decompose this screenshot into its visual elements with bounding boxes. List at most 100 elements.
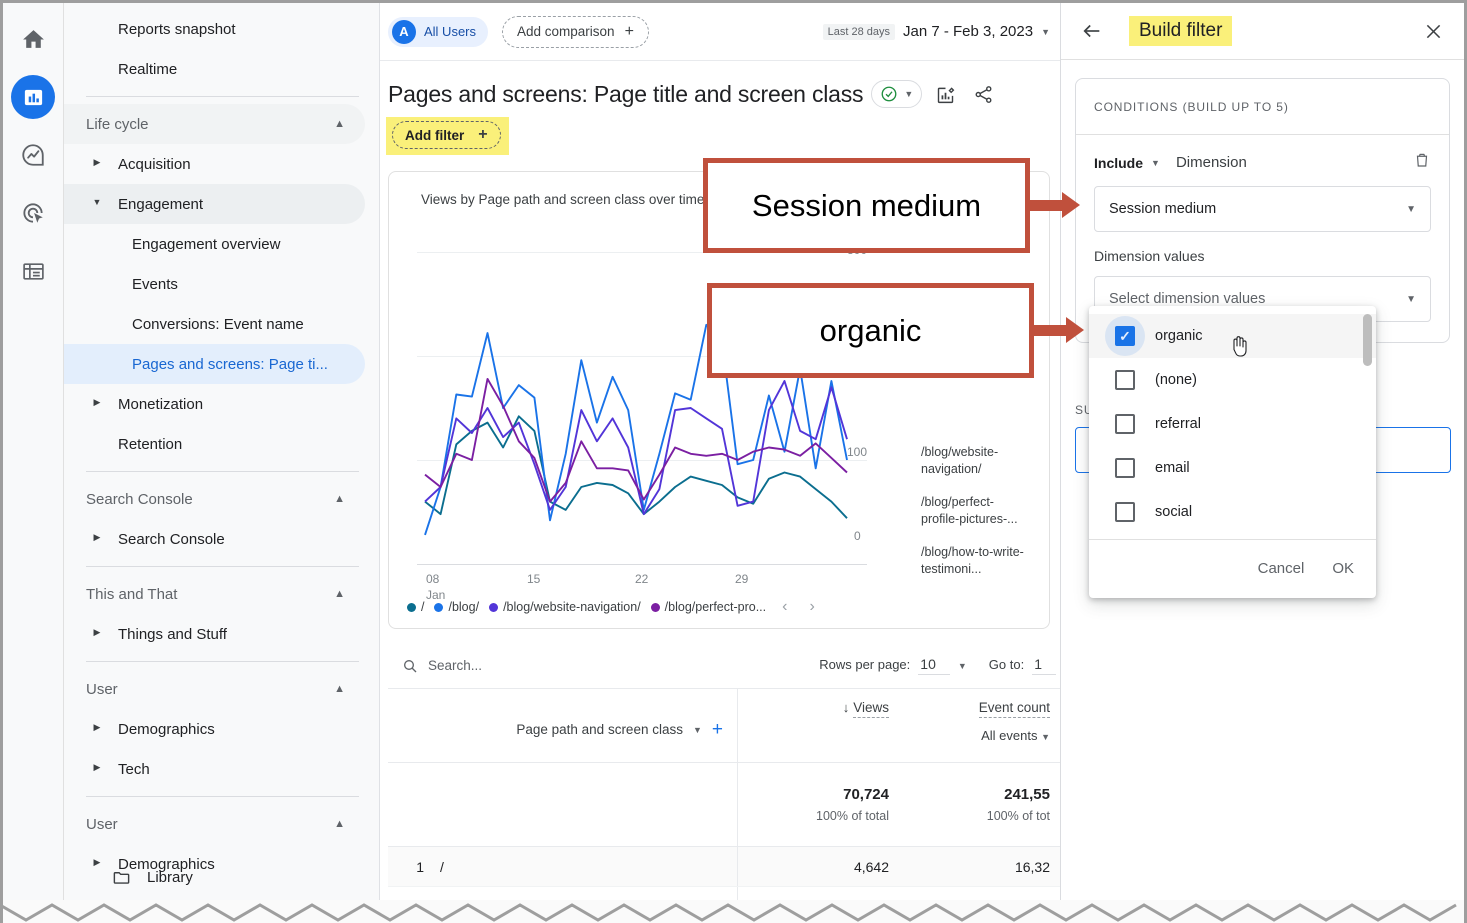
callout-arrow-line [1028, 200, 1064, 211]
legend-next-icon[interactable]: › [803, 598, 820, 616]
dropdown-option-label: (none) [1155, 372, 1197, 388]
report-topbar: A All Users Add comparison + Last 28 day… [380, 3, 1060, 61]
sidebar-item-engagement[interactable]: Engagement [64, 184, 365, 224]
chart-legend: / /blog/ /blog/website-navigation/ /blog… [407, 598, 821, 616]
sidebar-item-realtime[interactable]: Realtime [64, 49, 365, 89]
sidebar-section-label: User [86, 680, 118, 698]
sidebar-item-demographics[interactable]: Demographics [64, 709, 365, 749]
sidebar-item-conversions-event-name[interactable]: Conversions: Event name [64, 304, 365, 344]
sidebar-divider [86, 796, 359, 797]
sidebar-section-user-1[interactable]: User ▲ [64, 669, 365, 709]
dropdown-option-email[interactable]: email [1089, 446, 1376, 490]
dimension-values-label: Dimension values [1094, 248, 1205, 264]
explore-icon[interactable] [11, 133, 55, 177]
views-header-cell[interactable]: ↓ Views [738, 689, 899, 762]
dimension-header-cell[interactable]: Page path and screen class ▼ + [388, 689, 738, 762]
dropdown-option-referral[interactable]: referral [1089, 402, 1376, 446]
sidebar-divider [86, 661, 359, 662]
legend-item-3[interactable]: /blog/perfect-pro... [650, 600, 766, 614]
data-quality-badge[interactable]: ▼ [871, 80, 923, 108]
checkbox-unchecked-icon[interactable] [1115, 458, 1135, 478]
sidebar-item-reports-snapshot[interactable]: Reports snapshot [64, 9, 365, 49]
match-type-selector[interactable]: Include ▼ [1094, 155, 1160, 171]
sidebar-item-pages-and-screens[interactable]: Pages and screens: Page ti... [64, 344, 365, 384]
dimension-header-label: Page path and screen class [516, 722, 683, 737]
sidebar-item-search-console[interactable]: Search Console [64, 519, 365, 559]
advertising-target-icon[interactable] [11, 191, 55, 235]
all-events-selector[interactable]: All events ▼ [899, 728, 1050, 743]
chevron-up-icon: ▲ [334, 588, 345, 600]
cancel-button[interactable]: Cancel [1258, 560, 1305, 577]
share-icon[interactable] [968, 79, 998, 109]
sidebar-item-events[interactable]: Events [64, 264, 365, 304]
ok-button[interactable]: OK [1332, 560, 1354, 577]
legend-item-0[interactable]: / [407, 600, 424, 614]
sidebar-item-retention[interactable]: Retention [64, 424, 365, 464]
dimension-values-dropdown: organic (none) referral email social [1089, 306, 1376, 598]
add-filter-button[interactable]: Add filter + [392, 121, 501, 149]
all-users-chip[interactable]: A All Users [388, 16, 489, 47]
add-comparison-button[interactable]: Add comparison + [502, 15, 649, 48]
close-icon[interactable] [1418, 16, 1448, 46]
sidebar-item-label: Events [132, 275, 178, 293]
table-totals-row: 70,724 100% of total 241,55 100% of tot [388, 763, 1060, 847]
row-dimension-cell: 1 / [388, 847, 738, 886]
rows-per-page-selector[interactable]: Rows per page: 10 ▼ [819, 656, 967, 675]
scope-label: Dimension [1175, 154, 1247, 171]
configure-list-icon[interactable] [11, 249, 55, 293]
checkbox-unchecked-icon[interactable] [1115, 414, 1135, 434]
chevron-up-icon: ▲ [334, 493, 345, 505]
table-row[interactable]: 2 /blog/ 2,563 6,57 [388, 887, 1060, 900]
delete-condition-icon[interactable] [1413, 151, 1431, 174]
row-dimension-value[interactable]: / [440, 859, 444, 875]
search-input[interactable]: Search... [388, 658, 482, 674]
chevron-down-icon: ▼ [1406, 293, 1416, 305]
add-filter-label: Add filter [405, 127, 465, 143]
legend-prev-icon[interactable]: ‹ [776, 598, 793, 616]
sidebar-section-user-2[interactable]: User ▲ [64, 804, 365, 844]
home-icon[interactable] [11, 17, 55, 61]
event-count-header-cell[interactable]: Event count All events ▼ [899, 689, 1060, 762]
reports-bar-chart-icon[interactable] [11, 75, 55, 119]
edit-report-icon[interactable] [930, 79, 960, 109]
sidebar-item-label: Tech [118, 760, 150, 778]
sidebar-item-label: Search Console [118, 530, 225, 548]
date-range-selector[interactable]: Last 28 days Jan 7 - Feb 3, 2023 ▼ [822, 23, 1050, 40]
all-events-label: All events [981, 728, 1038, 743]
sidebar-divider [86, 566, 359, 567]
sidebar-item-tech[interactable]: Tech [64, 749, 365, 789]
dimension-select[interactable]: Session medium ▼ [1094, 186, 1431, 232]
dropdown-scrollbar[interactable] [1363, 314, 1372, 366]
series-label-website-navigation: /blog/website-navigation/ [921, 445, 999, 476]
sidebar-item-acquisition[interactable]: Acquisition [64, 144, 365, 184]
back-arrow-icon[interactable] [1077, 16, 1107, 46]
sidebar-section-life-cycle[interactable]: Life cycle ▲ [64, 104, 365, 144]
rows-per-page-value: 10 [918, 656, 950, 675]
sidebar-section-this-and-that[interactable]: This and That ▲ [64, 574, 365, 614]
row-events-value: 6,57 [899, 899, 1060, 901]
sidebar-item-monetization[interactable]: Monetization [64, 384, 365, 424]
sidebar-section-search-console[interactable]: Search Console ▲ [64, 479, 365, 519]
table-toolbar: Search... Rows per page: 10 ▼ Go to: 1 [388, 643, 1060, 689]
checkbox-unchecked-icon[interactable] [1115, 502, 1135, 522]
chevron-down-icon[interactable]: ▼ [693, 725, 702, 735]
checkbox-unchecked-icon[interactable] [1115, 370, 1135, 390]
add-dimension-icon[interactable]: + [712, 720, 723, 739]
chevron-right-icon: ▶ [93, 397, 101, 407]
sidebar-item-library[interactable]: Library [64, 860, 379, 894]
totals-views-pct: 100% of total [816, 809, 889, 823]
row-dimension-value[interactable]: /blog/ [440, 899, 474, 901]
legend-item-1[interactable]: /blog/ [434, 600, 479, 614]
row-dimension-cell: 2 /blog/ [388, 887, 738, 900]
legend-item-2[interactable]: /blog/website-navigation/ [489, 600, 641, 614]
dropdown-option-social[interactable]: social [1089, 490, 1376, 534]
y-tick-0: 0 [854, 529, 861, 543]
goto-page-input[interactable]: Go to: 1 [989, 656, 1056, 675]
sidebar-item-things-and-stuff[interactable]: Things and Stuff [64, 614, 365, 654]
sidebar-item-engagement-overview[interactable]: Engagement overview [64, 224, 365, 264]
page-title: Pages and screens: Page title and screen… [388, 80, 864, 107]
row-number: 2 [388, 899, 440, 901]
conditions-card: CONDITIONS (BUILD UP TO 5) Include ▼ Dim… [1075, 78, 1450, 343]
table-row[interactable]: 1 / 4,642 16,32 [388, 847, 1060, 887]
dropdown-option-none[interactable]: (none) [1089, 358, 1376, 402]
